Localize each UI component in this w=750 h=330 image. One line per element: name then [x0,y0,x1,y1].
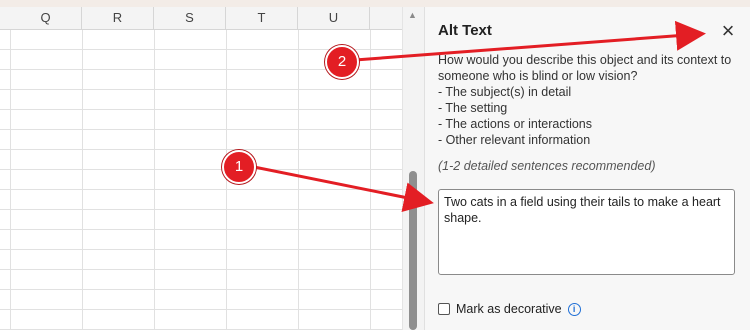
instructions-line: How would you describe this object and i… [438,53,732,67]
column-header-s[interactable]: S [154,7,226,29]
instructions-line: - The setting [438,101,508,115]
mark-decorative-row: Mark as decorative i [438,301,581,317]
instructions-text: How would you describe this object and i… [438,52,738,148]
annotation-badge-2: 2 [325,45,359,79]
mark-decorative-checkbox[interactable] [438,303,450,315]
info-icon[interactable]: i [567,302,581,316]
instructions-line: someone who is blind or low vision? [438,69,638,83]
alt-text-input[interactable]: Two cats in a field using their tails to… [438,189,735,275]
scroll-up-arrow-icon[interactable]: ▲ [408,10,417,20]
column-header-r[interactable]: R [82,7,154,29]
instructions-line: - The actions or interactions [438,117,593,131]
column-headers: Q R S T U [0,7,402,30]
column-header-q[interactable]: Q [10,7,82,29]
vertical-scrollbar[interactable]: ▲ [402,7,425,330]
instructions-line: - Other relevant information [438,133,591,147]
scrollbar-thumb[interactable] [409,171,417,330]
pane-title: Alt Text [438,22,492,39]
instructions-line: - The subject(s) in detail [438,85,572,99]
window-top-strip [0,0,750,7]
mark-decorative-label[interactable]: Mark as decorative [456,302,562,316]
annotation-badge-1: 1 [222,150,256,184]
recommendation-hint: (1-2 detailed sentences recommended) [438,159,656,173]
column-header-u[interactable]: U [298,7,370,29]
close-icon[interactable]: × [717,20,739,43]
alt-text-pane: Alt Text × How would you describe this o… [424,7,750,330]
column-header-t[interactable]: T [226,7,298,29]
